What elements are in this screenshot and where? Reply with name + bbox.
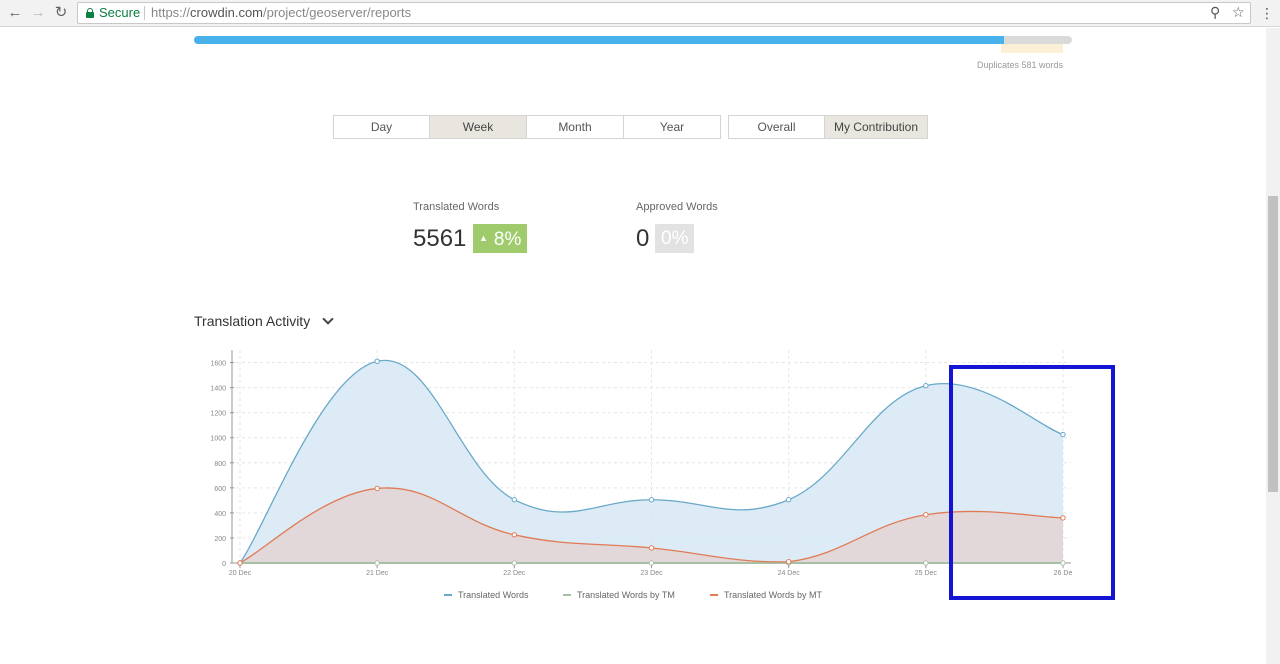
data-point	[923, 560, 929, 566]
x-tick-label: 22 Dec	[503, 570, 526, 577]
x-tick-label: 20 Dec	[229, 570, 252, 577]
data-point	[648, 545, 655, 551]
legend-label: Translated Words	[458, 590, 529, 600]
data-point	[648, 497, 655, 503]
y-tick-label: 200	[214, 536, 226, 543]
data-point	[374, 560, 380, 566]
legend-swatch	[563, 594, 571, 596]
legend-swatch	[710, 594, 718, 596]
highlight-box	[949, 365, 1115, 600]
data-point	[511, 532, 518, 538]
data-point	[511, 560, 518, 566]
y-tick-label: 600	[214, 486, 226, 493]
y-tick-label: 800	[214, 461, 226, 468]
data-point	[511, 497, 518, 503]
y-tick-label: 1000	[210, 436, 226, 443]
legend-item[interactable]: Translated Words by TM	[563, 590, 675, 600]
x-tick-label: 21 Dec	[366, 570, 389, 577]
legend-label: Translated Words by TM	[577, 590, 675, 600]
data-point	[374, 358, 380, 364]
y-tick-label: 1600	[210, 361, 226, 368]
x-tick-label: 24 Dec	[778, 570, 801, 577]
data-point	[237, 560, 243, 566]
x-tick-label: 23 Dec	[640, 570, 663, 577]
legend-label: Translated Words by MT	[724, 590, 823, 600]
y-tick-label: 1400	[210, 386, 226, 393]
data-point	[923, 383, 929, 389]
data-point	[785, 559, 792, 565]
y-tick-label: 1200	[210, 411, 226, 418]
legend-item[interactable]: Translated Words	[444, 590, 529, 600]
y-tick-label: 400	[214, 511, 226, 518]
legend-swatch	[444, 594, 452, 596]
data-point	[648, 560, 655, 566]
data-point	[374, 485, 380, 492]
data-point	[923, 512, 929, 518]
y-tick-label: 0	[222, 561, 226, 568]
data-point	[785, 497, 792, 503]
x-tick-label: 25 Dec	[915, 570, 938, 577]
legend-item[interactable]: Translated Words by MT	[710, 590, 822, 600]
